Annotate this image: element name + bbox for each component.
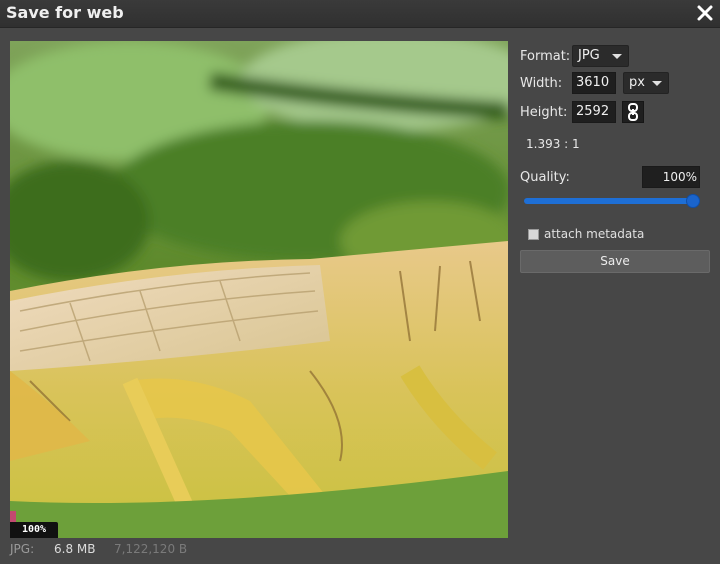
width-input[interactable]: 3610 bbox=[572, 72, 616, 94]
unit-value: px bbox=[629, 75, 645, 90]
quality-input[interactable]: 100% bbox=[642, 166, 700, 188]
close-button[interactable] bbox=[692, 0, 718, 26]
status-file-size: 6.8 MB bbox=[54, 542, 96, 556]
attach-metadata-option[interactable]: attach metadata bbox=[528, 226, 644, 242]
chain-link-icon bbox=[628, 103, 638, 121]
quality-slider-handle[interactable] bbox=[686, 194, 700, 208]
status-format: JPG: bbox=[10, 542, 35, 556]
format-label: Format: bbox=[520, 48, 571, 64]
dialog-title: Save for web bbox=[6, 3, 124, 22]
height-input[interactable]: 2592 bbox=[572, 101, 616, 123]
format-select[interactable]: JPG bbox=[572, 45, 629, 67]
quality-slider-track bbox=[524, 198, 700, 204]
attach-metadata-checkbox[interactable] bbox=[528, 228, 539, 240]
grasshopper-photo bbox=[10, 41, 508, 538]
width-row: Width: bbox=[520, 72, 562, 94]
quality-label: Quality: bbox=[520, 169, 570, 185]
aspect-ratio: 1.393 : 1 bbox=[526, 137, 580, 151]
format-value: JPG bbox=[578, 48, 600, 63]
chevron-down-icon bbox=[612, 54, 622, 59]
format-row: Format: bbox=[520, 45, 570, 67]
attach-metadata-label: attach metadata bbox=[544, 227, 645, 241]
quality-row: Quality: bbox=[520, 166, 570, 188]
zoom-level-badge: 100% bbox=[10, 522, 58, 538]
unit-select[interactable]: px bbox=[623, 72, 669, 94]
title-bar: Save for web bbox=[0, 0, 720, 28]
width-label: Width: bbox=[520, 75, 563, 91]
constrain-proportions-button[interactable] bbox=[622, 101, 644, 123]
height-row: Height: bbox=[520, 101, 567, 123]
quality-slider[interactable] bbox=[524, 194, 700, 208]
chevron-down-icon bbox=[652, 81, 662, 86]
close-icon bbox=[697, 5, 713, 21]
status-file-bytes: 7,122,120 B bbox=[114, 542, 188, 556]
save-button[interactable]: Save bbox=[520, 250, 710, 273]
height-label: Height: bbox=[520, 104, 568, 120]
image-preview[interactable]: 100% bbox=[10, 41, 508, 538]
